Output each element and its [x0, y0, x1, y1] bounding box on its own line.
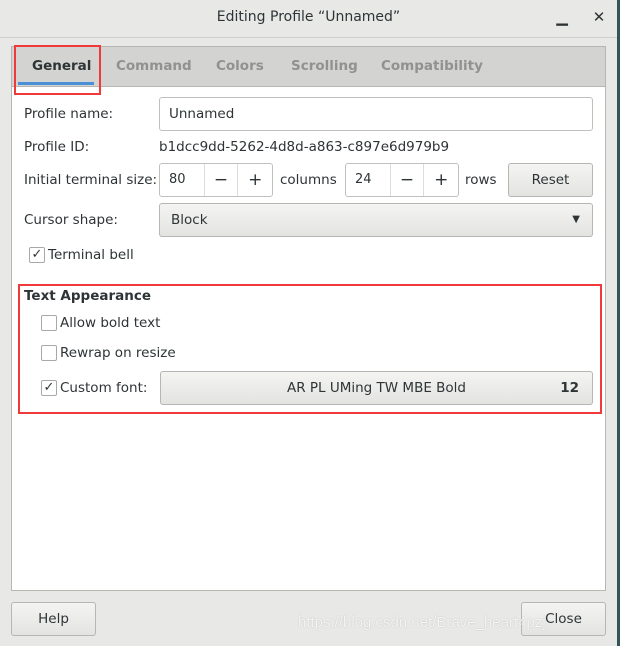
- font-chooser-button[interactable]: AR PL UMing TW MBE Bold 12: [160, 371, 593, 405]
- close-icon[interactable]: ✕: [587, 6, 611, 30]
- columns-label: columns: [280, 172, 337, 188]
- help-button[interactable]: Help: [11, 602, 96, 636]
- tab-compatibility[interactable]: Compatibility: [381, 58, 483, 74]
- allow-bold-label: Allow bold text: [60, 315, 161, 331]
- tab-scrolling[interactable]: Scrolling: [291, 58, 358, 74]
- rows-increment-button[interactable]: +: [424, 164, 458, 196]
- cursor-shape-value: Block: [171, 212, 208, 228]
- highlight-box-tab: [14, 45, 101, 95]
- terminal-bell-checkbox[interactable]: ✓: [29, 247, 45, 263]
- tab-colors[interactable]: Colors: [216, 58, 264, 74]
- columns-stepper[interactable]: 80 − +: [159, 163, 273, 197]
- profile-name-input[interactable]: Unnamed: [159, 97, 593, 131]
- custom-font-label: Custom font:: [60, 380, 148, 396]
- cursor-shape-label: Cursor shape:: [24, 212, 118, 228]
- minimize-icon[interactable]: ▁: [550, 6, 574, 30]
- profile-id-label: Profile ID:: [24, 139, 90, 155]
- terminal-bell-label: Terminal bell: [48, 247, 134, 263]
- text-appearance-heading: Text Appearance: [24, 288, 152, 304]
- custom-font-checkbox[interactable]: ✓: [41, 380, 57, 396]
- dropdown-arrow-icon: ▼: [572, 214, 580, 225]
- window-title: Editing Profile “Unnamed”: [216, 9, 401, 25]
- profile-name-label: Profile name:: [24, 106, 114, 122]
- font-size: 12: [560, 380, 579, 396]
- rows-label: rows: [465, 172, 497, 188]
- rewrap-label: Rewrap on resize: [60, 345, 176, 361]
- rewrap-checkbox[interactable]: [41, 345, 57, 361]
- watermark: https://blog.csdn.net/Brave_heart4pzj: [298, 614, 546, 631]
- cursor-shape-dropdown[interactable]: Block ▼: [159, 203, 593, 237]
- columns-decrement-button[interactable]: −: [205, 164, 239, 196]
- columns-increment-button[interactable]: +: [238, 164, 272, 196]
- columns-value[interactable]: 80: [160, 164, 205, 196]
- profile-id-value: b1dcc9dd-5262-4d8d-a863-c897e6d979b9: [159, 139, 450, 155]
- rows-value[interactable]: 24: [346, 164, 391, 196]
- reset-button[interactable]: Reset: [508, 163, 593, 197]
- terminal-size-label: Initial terminal size:: [24, 172, 158, 188]
- font-name: AR PL UMing TW MBE Bold: [286, 380, 466, 396]
- title-bar: Editing Profile “Unnamed” ▁ ✕: [0, 0, 617, 38]
- rows-decrement-button[interactable]: −: [391, 164, 425, 196]
- rows-stepper[interactable]: 24 − +: [345, 163, 459, 197]
- allow-bold-checkbox[interactable]: [41, 315, 57, 331]
- tab-command[interactable]: Command: [116, 58, 192, 74]
